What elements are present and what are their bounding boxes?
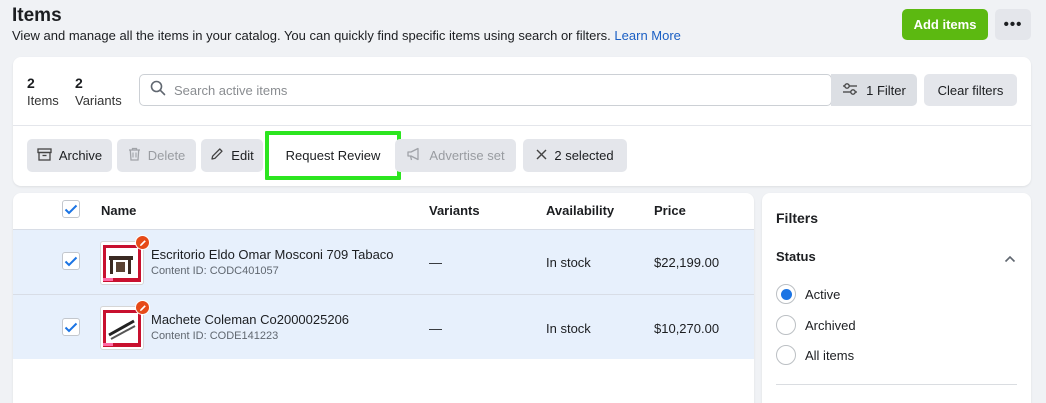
- item-name[interactable]: Machete Coleman Co2000025206: [151, 312, 349, 327]
- selected-count-label: 2 selected: [554, 148, 614, 163]
- item-content-id: Content ID: CODE141223: [151, 330, 279, 342]
- item-price: $10,270.00: [654, 321, 720, 336]
- table-row[interactable]: Machete Coleman Co2000025206 Content ID:…: [13, 294, 754, 359]
- radio-selected-dot: [780, 288, 792, 300]
- advertise-set-button[interactable]: Advertise set: [395, 139, 516, 172]
- archive-label: Archive: [58, 148, 103, 163]
- item-availability: In stock: [546, 255, 591, 270]
- filter-button[interactable]: 1 Filter: [831, 74, 917, 106]
- search-input[interactable]: [174, 82, 814, 98]
- close-icon: [536, 148, 547, 163]
- more-options-button[interactable]: •••: [995, 9, 1031, 40]
- clear-filters-button[interactable]: Clear filters: [924, 74, 1017, 106]
- filters-title: Filters: [776, 210, 819, 226]
- filters-panel: Filters Status Active Archived All items: [762, 193, 1031, 403]
- item-content-id: Content ID: CODC401057: [151, 265, 279, 277]
- request-review-button[interactable]: Request Review: [265, 131, 401, 180]
- variants-label: Variants: [75, 93, 122, 108]
- radio-button[interactable]: [776, 284, 796, 304]
- items-count: 2: [27, 75, 35, 91]
- status-option-label: Active: [805, 286, 841, 302]
- status-option-all-items[interactable]: All items: [776, 345, 854, 365]
- product-thumbnail: [100, 300, 150, 350]
- edit-label: Edit: [231, 148, 254, 163]
- status-option-label: Archived: [805, 317, 856, 333]
- item-variants: —: [429, 321, 442, 336]
- status-option-label: All items: [805, 347, 855, 363]
- toolbar-divider: [13, 125, 1031, 126]
- delete-button[interactable]: Delete: [117, 139, 196, 172]
- row-checkbox[interactable]: [62, 252, 80, 270]
- variants-stat: 2 Variants: [75, 75, 122, 108]
- variants-count: 2: [75, 75, 83, 91]
- request-review-label: Request Review: [285, 148, 381, 163]
- edit-button[interactable]: Edit: [201, 139, 263, 172]
- trash-icon: [128, 147, 141, 164]
- edit-badge-icon: [135, 235, 150, 250]
- column-header-price[interactable]: Price: [654, 203, 686, 218]
- archive-icon: [37, 147, 52, 164]
- description-text: View and manage all the items in your ca…: [12, 28, 611, 43]
- filters-divider: [776, 384, 1017, 385]
- learn-more-link[interactable]: Learn More: [614, 28, 680, 43]
- page-description: View and manage all the items in your ca…: [12, 28, 681, 43]
- search-box[interactable]: [139, 74, 832, 106]
- filter-label: 1 Filter: [866, 82, 906, 98]
- items-label: Items: [27, 93, 59, 108]
- product-thumbnail: [100, 235, 150, 285]
- items-stat: 2 Items: [27, 75, 59, 108]
- selected-count-button[interactable]: 2 selected: [523, 139, 627, 172]
- item-name[interactable]: Escritorio Eldo Omar Mosconi 709 Tabaco: [151, 247, 394, 262]
- sliders-icon: [842, 82, 858, 99]
- pencil-icon: [210, 147, 224, 164]
- megaphone-icon: [406, 147, 422, 164]
- item-price: $22,199.00: [654, 255, 720, 270]
- column-header-name[interactable]: Name: [101, 203, 136, 218]
- table-row[interactable]: Escritorio Eldo Omar Mosconi 709 Tabaco …: [13, 229, 754, 294]
- advertise-set-label: Advertise set: [429, 148, 505, 163]
- catalog-toolbar-card: 2 Items 2 Variants 1 Filter Clear filter…: [13, 57, 1031, 186]
- chevron-up-icon[interactable]: [1004, 250, 1016, 268]
- item-availability: In stock: [546, 321, 591, 336]
- status-section-label[interactable]: Status: [776, 249, 816, 264]
- add-items-button[interactable]: Add items: [902, 9, 988, 40]
- radio-button[interactable]: [776, 345, 796, 365]
- column-header-availability[interactable]: Availability: [546, 203, 614, 218]
- item-variants: —: [429, 255, 442, 270]
- delete-label: Delete: [147, 148, 186, 163]
- column-header-variants[interactable]: Variants: [429, 203, 480, 218]
- search-icon: [150, 80, 166, 101]
- radio-button[interactable]: [776, 315, 796, 335]
- row-checkbox[interactable]: [62, 318, 80, 336]
- edit-badge-icon: [135, 300, 150, 315]
- select-all-checkbox[interactable]: [62, 200, 80, 218]
- archive-button[interactable]: Archive: [27, 139, 112, 172]
- items-table: Name Variants Availability Price Escrito…: [13, 193, 754, 403]
- page-title: Items: [12, 5, 62, 26]
- status-option-active[interactable]: Active: [776, 284, 840, 304]
- status-option-archived[interactable]: Archived: [776, 315, 856, 335]
